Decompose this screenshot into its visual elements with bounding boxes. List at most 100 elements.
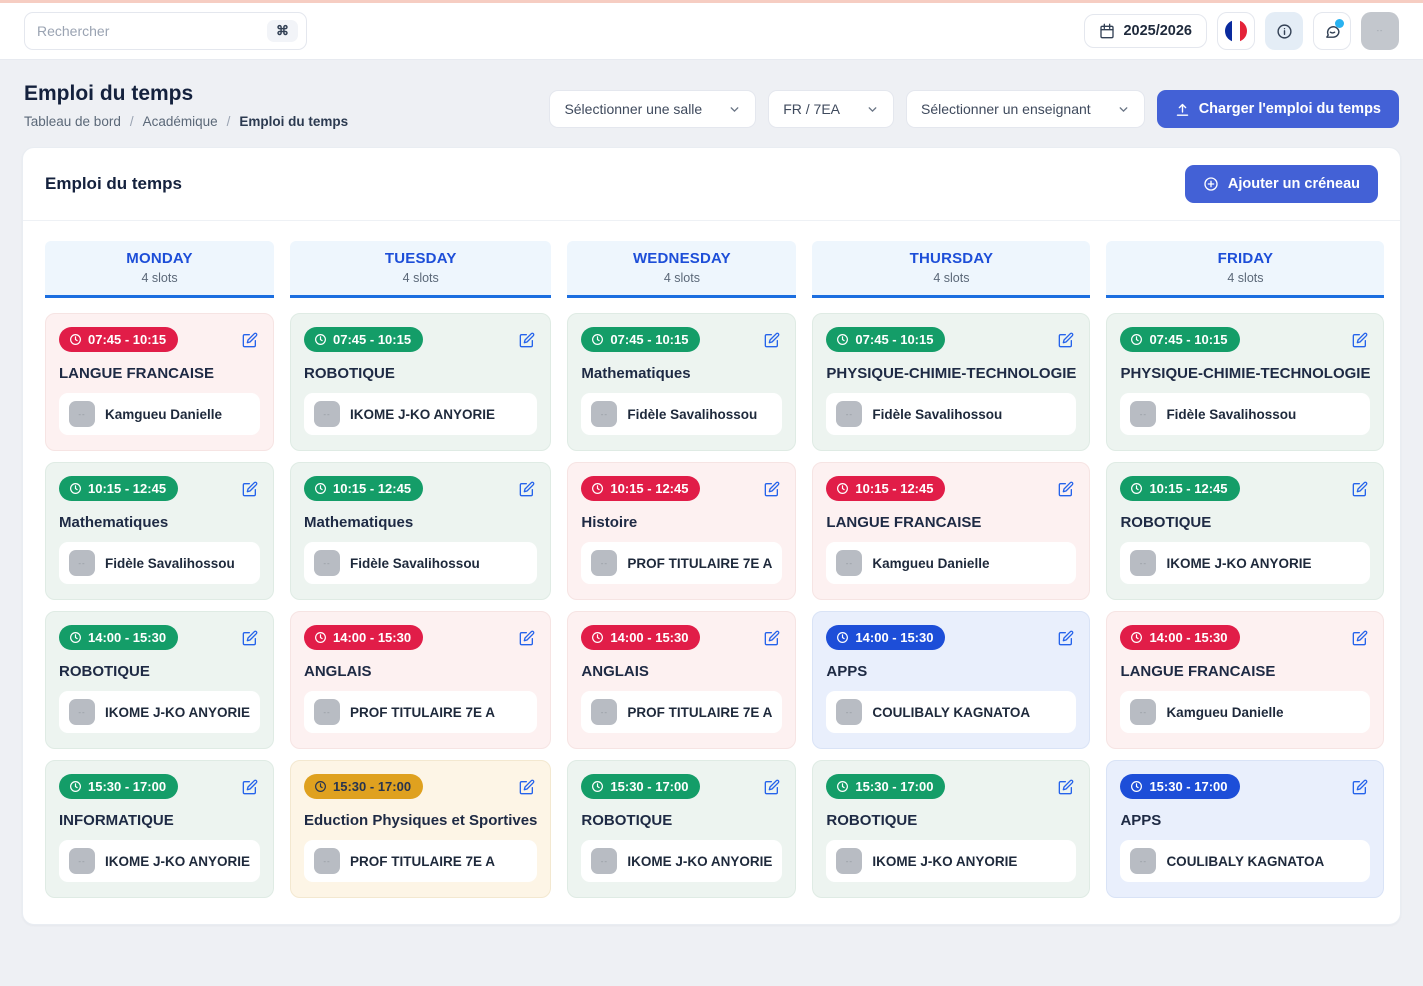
slot-card: 07:45 - 10:15 LANGUE FRANCAISE -- Kamgue… — [45, 313, 274, 451]
teacher-chip[interactable]: -- Fidèle Savalihossou — [1120, 393, 1370, 435]
edit-slot-button[interactable] — [517, 479, 537, 499]
slot-time: 10:15 - 12:45 — [333, 481, 411, 496]
edit-slot-button[interactable] — [1056, 777, 1076, 797]
teacher-chip[interactable]: -- IKOME J-KO ANYORIE — [59, 691, 260, 733]
teacher-chip[interactable]: -- IKOME J-KO ANYORIE — [826, 840, 1076, 882]
timetable-card-header: Emploi du temps Ajouter un créneau — [23, 148, 1400, 221]
edit-slot-button[interactable] — [517, 777, 537, 797]
clock-icon — [69, 482, 82, 495]
edit-pencil-icon — [242, 332, 258, 348]
edit-slot-button[interactable] — [1056, 330, 1076, 350]
edit-pencil-icon — [1352, 481, 1368, 497]
topbar-actions: 2025/2026 -- — [1084, 12, 1399, 50]
school-year-selector[interactable]: 2025/2026 — [1084, 14, 1207, 48]
teacher-chip[interactable]: -- Fidèle Savalihossou — [304, 542, 537, 584]
edit-pencil-icon — [1058, 779, 1074, 795]
time-badge: 07:45 - 10:15 — [581, 327, 700, 352]
teacher-chip[interactable]: -- COULIBALY KAGNATOA — [826, 691, 1076, 733]
slot-card-top: 10:15 - 12:45 — [1120, 476, 1370, 501]
edit-pencil-icon — [1352, 332, 1368, 348]
clock-icon — [314, 631, 327, 644]
slot-time: 14:00 - 15:30 — [610, 630, 688, 645]
room-select[interactable]: Sélectionner une salle — [549, 90, 756, 128]
edit-slot-button[interactable] — [240, 628, 260, 648]
teacher-chip[interactable]: -- COULIBALY KAGNATOA — [1120, 840, 1370, 882]
teacher-chip[interactable]: -- IKOME J-KO ANYORIE — [59, 840, 260, 882]
messages-button[interactable] — [1313, 12, 1351, 50]
teacher-chip[interactable]: -- PROF TITULAIRE 7E A — [304, 691, 537, 733]
teacher-chip[interactable]: -- PROF TITULAIRE 7E A — [581, 542, 782, 584]
teacher-name: IKOME J-KO ANYORIE — [105, 705, 250, 720]
clock-icon — [69, 631, 82, 644]
edit-slot-button[interactable] — [517, 628, 537, 648]
upload-timetable-button[interactable]: Charger l'emploi du temps — [1157, 90, 1399, 128]
teacher-select[interactable]: Sélectionner un enseignant — [906, 90, 1145, 128]
edit-slot-button[interactable] — [1350, 628, 1370, 648]
search-input[interactable] — [37, 23, 259, 39]
clock-icon — [591, 482, 604, 495]
teacher-chip[interactable]: -- Kamgueu Danielle — [1120, 691, 1370, 733]
edit-pencil-icon — [519, 630, 535, 646]
teacher-chip[interactable]: -- IKOME J-KO ANYORIE — [304, 393, 537, 435]
add-slot-button[interactable]: Ajouter un créneau — [1185, 165, 1378, 203]
edit-slot-button[interactable] — [1056, 628, 1076, 648]
teacher-chip[interactable]: -- IKOME J-KO ANYORIE — [1120, 542, 1370, 584]
teacher-chip[interactable]: -- Kamgueu Danielle — [59, 393, 260, 435]
teacher-chip[interactable]: -- IKOME J-KO ANYORIE — [581, 840, 782, 882]
time-badge: 10:15 - 12:45 — [59, 476, 178, 501]
info-button[interactable] — [1265, 12, 1303, 50]
slot-subject: ROBOTIQUE — [1120, 514, 1370, 531]
slot-time: 07:45 - 10:15 — [855, 332, 933, 347]
breadcrumb-dashboard[interactable]: Tableau de bord — [24, 114, 121, 129]
teacher-chip[interactable]: -- Fidèle Savalihossou — [826, 393, 1076, 435]
day-slots: 07:45 - 10:15 PHYSIQUE-CHIMIE-TECHNOLOGI… — [812, 313, 1090, 898]
clock-icon — [836, 333, 849, 346]
edit-slot-button[interactable] — [1350, 479, 1370, 499]
edit-slot-button[interactable] — [240, 777, 260, 797]
edit-slot-button[interactable] — [1350, 330, 1370, 350]
class-select[interactable]: FR / 7EA — [768, 90, 894, 128]
teacher-avatar: -- — [69, 550, 95, 576]
edit-pencil-icon — [764, 481, 780, 497]
slot-time: 10:15 - 12:45 — [855, 481, 933, 496]
teacher-name: COULIBALY KAGNATOA — [872, 705, 1030, 720]
slot-subject: ROBOTIQUE — [304, 365, 537, 382]
breadcrumb-academique[interactable]: Académique — [143, 114, 218, 129]
class-select-value: FR / 7EA — [783, 101, 840, 117]
teacher-chip[interactable]: -- PROF TITULAIRE 7E A — [304, 840, 537, 882]
edit-slot-button[interactable] — [1056, 479, 1076, 499]
search-box[interactable]: ⌘ — [24, 12, 307, 50]
teacher-avatar: -- — [314, 848, 340, 874]
filters: Sélectionner une salle FR / 7EA Sélectio… — [549, 82, 1399, 128]
slot-subject: Eduction Physiques et Sportives — [304, 812, 537, 829]
teacher-chip[interactable]: -- Fidèle Savalihossou — [581, 393, 782, 435]
edit-slot-button[interactable] — [762, 777, 782, 797]
edit-slot-button[interactable] — [762, 628, 782, 648]
day-name: TUESDAY — [290, 250, 551, 267]
slot-card: 15:30 - 17:00 Eduction Physiques et Spor… — [290, 760, 551, 898]
edit-slot-button[interactable] — [240, 330, 260, 350]
edit-slot-button[interactable] — [1350, 777, 1370, 797]
teacher-select-value: Sélectionner un enseignant — [921, 101, 1091, 117]
add-slot-button-label: Ajouter un créneau — [1228, 176, 1360, 192]
language-button[interactable] — [1217, 12, 1255, 50]
slot-card-top: 07:45 - 10:15 — [59, 327, 260, 352]
edit-slot-button[interactable] — [240, 479, 260, 499]
edit-slot-button[interactable] — [517, 330, 537, 350]
teacher-name: IKOME J-KO ANYORIE — [872, 854, 1017, 869]
edit-slot-button[interactable] — [762, 330, 782, 350]
slot-card-top: 10:15 - 12:45 — [59, 476, 260, 501]
day-name: WEDNESDAY — [567, 250, 796, 267]
teacher-chip[interactable]: -- PROF TITULAIRE 7E A — [581, 691, 782, 733]
slot-card: 07:45 - 10:15 Mathematiques -- Fidèle Sa… — [567, 313, 796, 451]
day-column: WEDNESDAY 4 slots 07:45 - 10:15 Mathemat… — [567, 241, 796, 898]
teacher-avatar: -- — [69, 699, 95, 725]
teacher-chip[interactable]: -- Fidèle Savalihossou — [59, 542, 260, 584]
edit-slot-button[interactable] — [762, 479, 782, 499]
day-header: THURSDAY 4 slots — [812, 241, 1090, 298]
edit-pencil-icon — [242, 630, 258, 646]
slot-time: 07:45 - 10:15 — [88, 332, 166, 347]
slot-time: 14:00 - 15:30 — [88, 630, 166, 645]
teacher-chip[interactable]: -- Kamgueu Danielle — [826, 542, 1076, 584]
user-avatar[interactable]: -- — [1361, 12, 1399, 50]
